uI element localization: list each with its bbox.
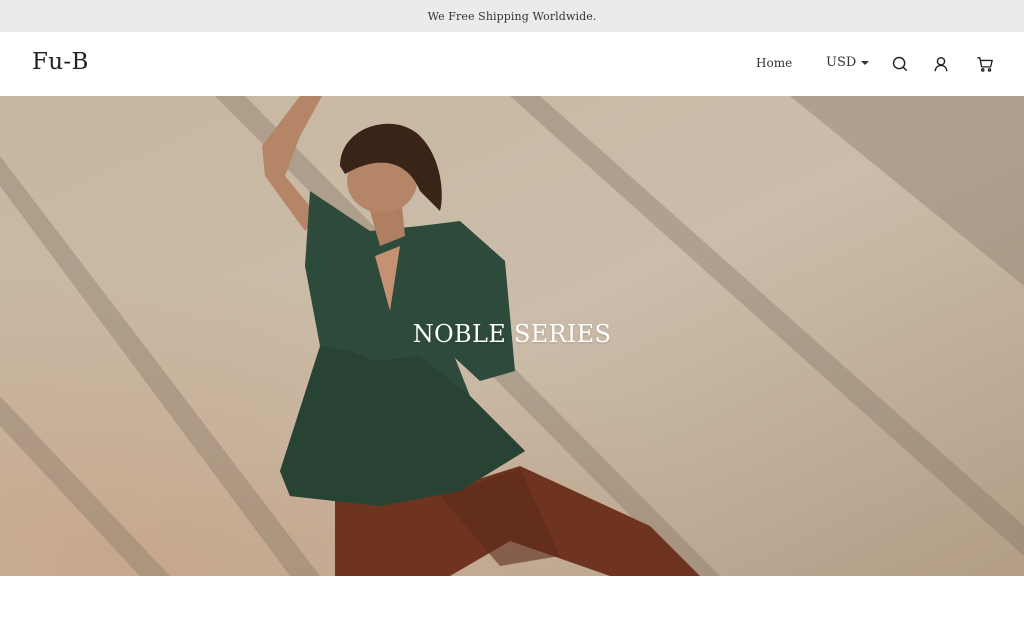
hero-banner[interactable]: NOBLE SERIES <box>0 96 1024 576</box>
cart-icon <box>977 57 993 72</box>
site-logo[interactable]: Fu-B <box>32 49 89 75</box>
account-button[interactable] <box>931 54 951 74</box>
account-icon <box>934 56 948 72</box>
site-header: Fu-B Home USD <box>0 32 1024 96</box>
cart-button[interactable] <box>975 54 995 74</box>
caret-down-icon <box>861 61 870 65</box>
nav-home-link[interactable]: Home <box>756 56 792 70</box>
currency-value: USD <box>826 55 857 70</box>
search-icon <box>892 56 908 72</box>
search-button[interactable] <box>890 54 910 74</box>
hero-title: NOBLE SERIES <box>412 320 612 348</box>
currency-selector[interactable]: USD <box>826 55 870 70</box>
announcement-bar: We Free Shipping Worldwide. <box>0 0 1024 32</box>
announcement-text: We Free Shipping Worldwide. <box>427 9 597 23</box>
